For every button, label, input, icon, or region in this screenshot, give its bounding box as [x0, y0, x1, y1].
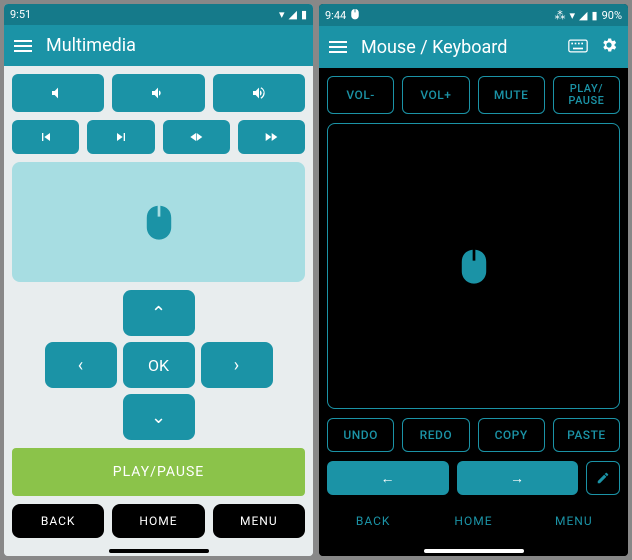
mouse-icon: [457, 247, 491, 285]
menu-button[interactable]: MENU: [213, 504, 305, 538]
gear-icon[interactable]: [600, 36, 618, 59]
wifi-icon: ▾: [279, 8, 285, 21]
edit-button[interactable]: [586, 461, 620, 495]
dpad-down-button[interactable]: ⌄: [123, 394, 195, 440]
appbar-right: Mouse / Keyboard: [319, 26, 628, 68]
fast-forward-button[interactable]: [238, 120, 305, 154]
copy-button[interactable]: COPY: [478, 418, 545, 452]
undo-button[interactable]: UNDO: [327, 418, 394, 452]
back-button[interactable]: BACK: [327, 504, 419, 538]
keyboard-icon[interactable]: [568, 37, 588, 58]
mute-button[interactable]: MUTE: [478, 76, 545, 114]
bluetooth-icon: ⁂: [555, 9, 566, 22]
mouse-icon: [142, 203, 176, 241]
play-pause-button[interactable]: PLAY/ PAUSE: [553, 76, 620, 114]
system-nav-left: [4, 546, 313, 556]
mouse-status-icon: [350, 8, 360, 23]
paste-button[interactable]: PASTE: [553, 418, 620, 452]
rewind-button[interactable]: [163, 120, 230, 154]
dpad-right-button[interactable]: ›: [201, 342, 273, 388]
signal-icon: ◢: [288, 8, 296, 21]
volume-up-button[interactable]: [213, 74, 305, 112]
skip-previous-button[interactable]: [12, 120, 79, 154]
appbar-left: Multimedia: [4, 25, 313, 66]
dpad: ⌃ ‹ OK › ⌄: [12, 290, 305, 440]
dpad-ok-button[interactable]: OK: [123, 342, 195, 388]
menu-button[interactable]: MENU: [528, 504, 620, 538]
redo-button[interactable]: REDO: [402, 418, 469, 452]
signal-icon: ◢: [579, 9, 587, 22]
status-time: 9:51: [10, 8, 31, 21]
play-pause-button[interactable]: PLAY/PAUSE: [12, 448, 305, 496]
dpad-up-button[interactable]: ⌃: [123, 290, 195, 336]
home-button[interactable]: HOME: [427, 504, 519, 538]
page-title: Mouse / Keyboard: [361, 37, 507, 58]
skip-next-button[interactable]: [87, 120, 154, 154]
menu-icon[interactable]: [329, 41, 347, 53]
dpad-left-button[interactable]: ‹: [45, 342, 117, 388]
phone-left: 9:51 ▾ ◢ ▮ Multimedia: [4, 4, 313, 556]
status-time: 9:44: [325, 9, 346, 22]
menu-icon[interactable]: [14, 40, 32, 52]
vol-plus-button[interactable]: VOL+: [402, 76, 469, 114]
back-button[interactable]: BACK: [12, 504, 104, 538]
arrow-left-button[interactable]: ←: [327, 461, 449, 495]
touchpad-area[interactable]: [12, 162, 305, 282]
battery-icon: ▮: [301, 8, 307, 21]
page-title: Multimedia: [46, 35, 136, 56]
system-nav-right: [319, 546, 628, 556]
arrow-right-button[interactable]: →: [457, 461, 579, 495]
wifi-icon: ▾: [570, 9, 576, 22]
vol-minus-button[interactable]: VOL-: [327, 76, 394, 114]
volume-mute-button[interactable]: [12, 74, 104, 112]
home-button[interactable]: HOME: [112, 504, 204, 538]
statusbar-left: 9:51 ▾ ◢ ▮: [4, 4, 313, 25]
touchpad-area[interactable]: [327, 123, 620, 409]
battery-icon: ▮: [592, 9, 598, 22]
volume-down-button[interactable]: [112, 74, 204, 112]
phone-right: 9:44 ⁂ ▾ ◢ ▮ 90% Mouse / Keyboard VOL- V…: [319, 4, 628, 556]
statusbar-right: 9:44 ⁂ ▾ ◢ ▮ 90%: [319, 4, 628, 26]
battery-text: 90%: [602, 9, 622, 22]
